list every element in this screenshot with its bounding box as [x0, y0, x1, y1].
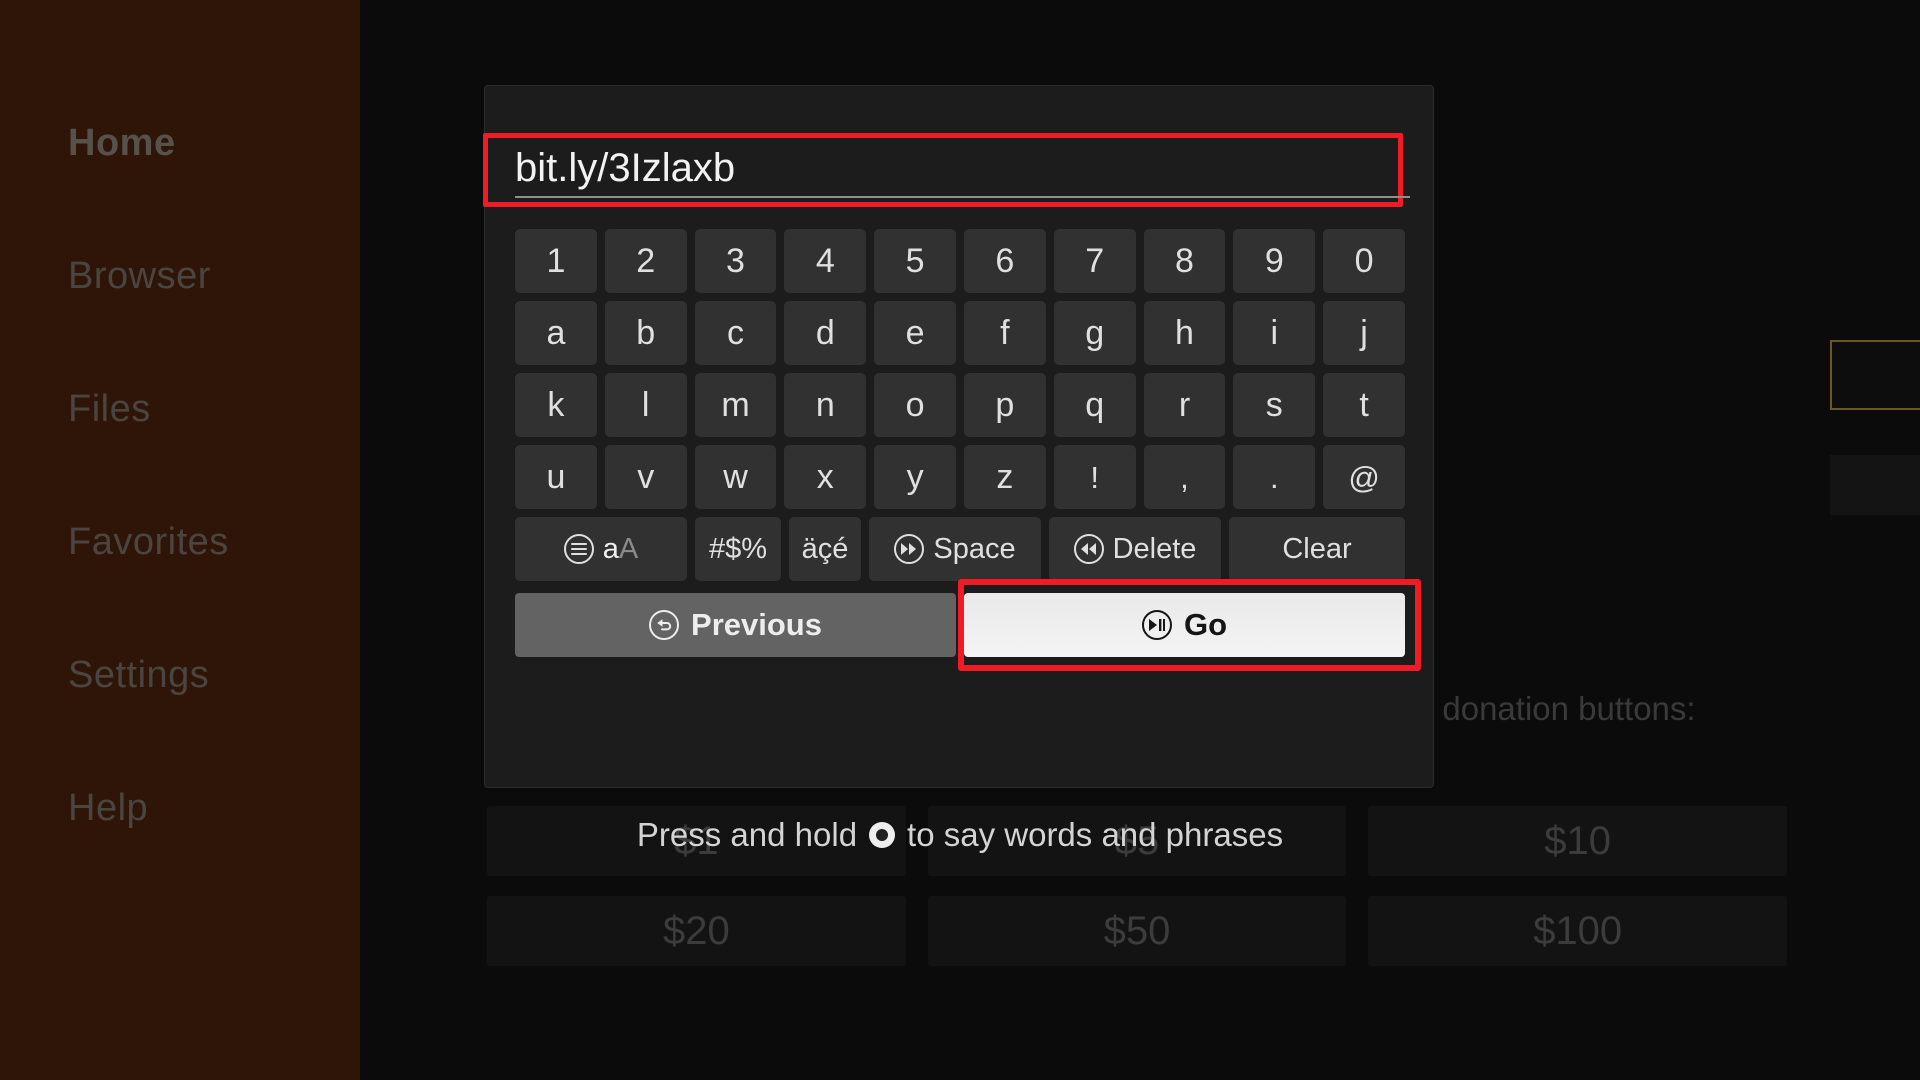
url-text-field-value: bit.ly/3Izlaxb [515, 146, 736, 190]
sidebar-item-help[interactable]: Help [68, 787, 148, 830]
keyboard-row-k-t: k l m n o p q r s t [515, 373, 1405, 437]
key-6[interactable]: 6 [963, 229, 1046, 293]
case-toggle-lower-label: a [602, 532, 619, 565]
hamburger-circle-icon [563, 534, 594, 564]
key-t[interactable]: t [1323, 373, 1405, 437]
donation-button-1[interactable]: $1 [487, 806, 906, 876]
key-clear[interactable]: Clear [1229, 517, 1405, 581]
key-delete[interactable]: Delete [1049, 517, 1221, 581]
key-b[interactable]: b [604, 301, 687, 365]
key-l[interactable]: l [604, 373, 687, 437]
sidebar-item-label: Help [68, 787, 149, 829]
key-2[interactable]: 2 [604, 229, 687, 293]
key-space[interactable]: Space [869, 517, 1041, 581]
key-c[interactable]: c [694, 301, 777, 365]
sidebar-item-label: Home [68, 122, 176, 164]
previous-button-label: Previous [691, 607, 822, 642]
virtual-keyboard: 1 2 3 4 5 6 7 8 9 0 a b c d e f g h i j … [515, 229, 1421, 671]
key-8[interactable]: 8 [1143, 229, 1226, 293]
key-accents[interactable]: äçé [789, 517, 861, 581]
fast-forward-circle-icon [894, 534, 925, 564]
sidebar-item-favorites[interactable]: Favorites [68, 521, 229, 564]
donation-button-20[interactable]: $20 [487, 896, 906, 966]
key-clear-label: Clear [1282, 532, 1352, 565]
key-v[interactable]: v [604, 445, 687, 509]
keyboard-row-a-j: a b c d e f g h i j [515, 301, 1405, 365]
keyboard-function-row: aA #$% äçé Space Delete Clear [515, 517, 1405, 581]
key-j[interactable]: j [1323, 301, 1405, 365]
key-r[interactable]: r [1143, 373, 1226, 437]
key-symbols[interactable]: #$% [695, 517, 781, 581]
screen-root: Home Browser Files Favorites Settings He… [0, 0, 1920, 1080]
key-delete-label: Delete [1112, 532, 1197, 565]
key-h[interactable]: h [1143, 301, 1226, 365]
donation-button-50[interactable]: $50 [927, 896, 1347, 966]
sidebar-item-settings[interactable]: Settings [68, 654, 209, 697]
key-period[interactable]: . [1233, 445, 1316, 509]
background-panel [1830, 455, 1920, 515]
go-button[interactable]: Go [964, 593, 1405, 657]
key-1[interactable]: 1 [515, 229, 597, 293]
key-p[interactable]: p [963, 373, 1046, 437]
key-q[interactable]: q [1053, 373, 1136, 437]
sidebar-item-label: Files [68, 388, 151, 430]
key-k[interactable]: k [515, 373, 597, 437]
sidebar: Home Browser Files Favorites Settings He… [0, 0, 360, 1080]
key-3[interactable]: 3 [694, 229, 777, 293]
key-7[interactable]: 7 [1053, 229, 1136, 293]
key-w[interactable]: w [694, 445, 777, 509]
background-focused-input[interactable] [1830, 340, 1920, 410]
key-symbols-label: #$% [708, 532, 768, 565]
onscreen-keyboard-dialog: bit.ly/3Izlaxb 1 2 3 4 5 6 7 8 9 0 a b c… [483, 85, 1434, 788]
back-arrow-circle-icon [649, 610, 680, 640]
key-4[interactable]: 4 [784, 229, 867, 293]
donation-row: $20 $50 $100 [487, 896, 1788, 966]
sidebar-item-browser[interactable]: Browser [68, 255, 211, 298]
key-comma[interactable]: , [1143, 445, 1226, 509]
key-5[interactable]: 5 [874, 229, 956, 293]
key-9[interactable]: 9 [1233, 229, 1316, 293]
sidebar-item-label: Favorites [68, 521, 229, 563]
key-space-label: Space [933, 532, 1016, 565]
key-0[interactable]: 0 [1323, 229, 1405, 293]
key-at[interactable]: @ [1323, 445, 1405, 509]
keyboard-row-u-at: u v w x y z ! , . @ [515, 445, 1405, 509]
sidebar-item-files[interactable]: Files [68, 388, 151, 431]
key-i[interactable]: i [1233, 301, 1316, 365]
sidebar-item-label: Browser [68, 255, 211, 297]
donation-button-10[interactable]: $10 [1368, 806, 1788, 876]
key-o[interactable]: o [874, 373, 956, 437]
key-g[interactable]: g [1053, 301, 1136, 365]
play-pause-circle-icon [1141, 610, 1172, 640]
donation-button-5[interactable]: $5 [927, 806, 1347, 876]
sidebar-item-home[interactable]: Home [68, 122, 176, 165]
url-text-field[interactable]: bit.ly/3Izlaxb [515, 142, 1410, 198]
key-u[interactable]: u [515, 445, 597, 509]
key-accents-label: äçé [801, 532, 849, 565]
key-exclamation[interactable]: ! [1053, 445, 1136, 509]
key-d[interactable]: d [784, 301, 867, 365]
previous-button[interactable]: Previous [515, 593, 956, 657]
key-e[interactable]: e [874, 301, 956, 365]
keyboard-row-numbers: 1 2 3 4 5 6 7 8 9 0 [515, 229, 1405, 293]
go-button-label: Go [1183, 607, 1228, 642]
case-toggle-upper-label: A [618, 532, 639, 565]
key-z[interactable]: z [963, 445, 1046, 509]
donation-row: $1 $5 $10 [487, 806, 1788, 876]
rewind-circle-icon [1073, 534, 1104, 564]
key-m[interactable]: m [694, 373, 777, 437]
donation-buttons-grid: $1 $5 $10 $20 $50 $100 [487, 806, 1788, 986]
key-a[interactable]: a [515, 301, 597, 365]
dialog-action-row: Previous Go [515, 579, 1421, 671]
key-f[interactable]: f [963, 301, 1046, 365]
key-y[interactable]: y [874, 445, 956, 509]
key-case-toggle[interactable]: aA [515, 517, 687, 581]
key-n[interactable]: n [784, 373, 867, 437]
sidebar-item-label: Settings [68, 654, 210, 696]
key-s[interactable]: s [1233, 373, 1316, 437]
key-x[interactable]: x [784, 445, 867, 509]
donation-button-100[interactable]: $100 [1368, 896, 1788, 966]
